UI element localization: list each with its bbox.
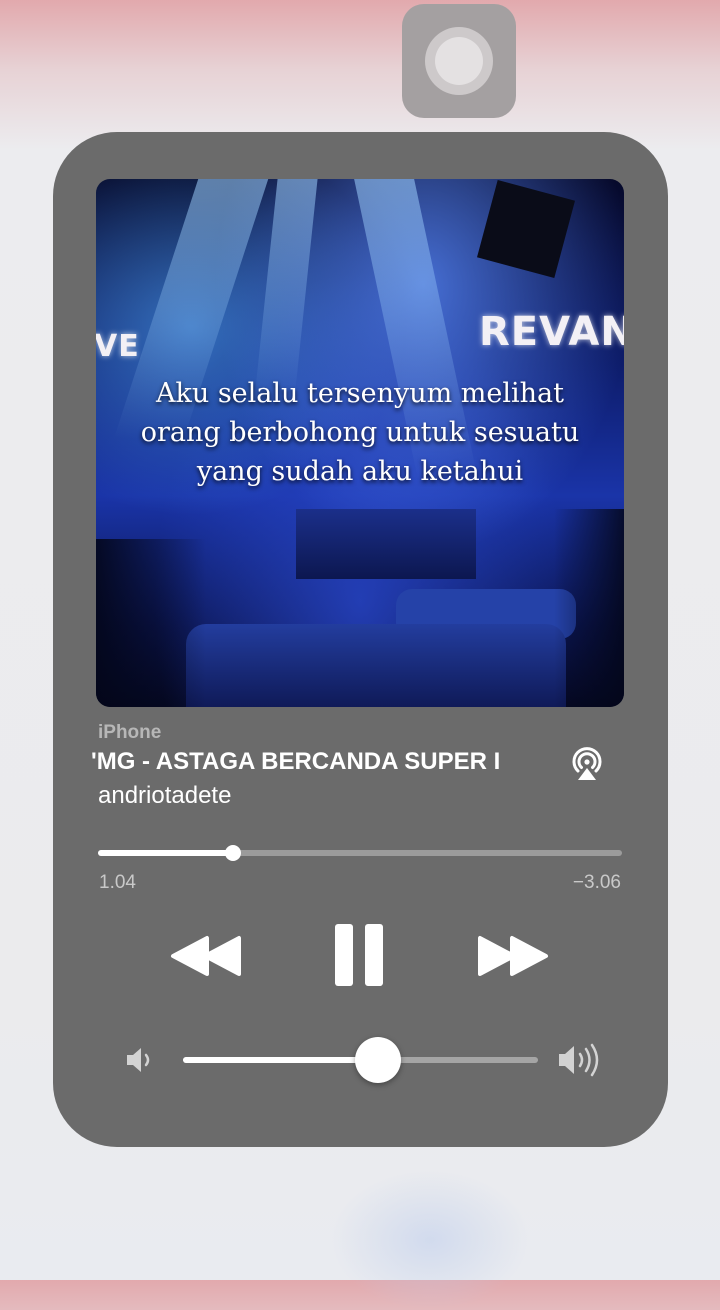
song-title: 'MG - ASTAGA BERCANDA SUPER I	[91, 748, 501, 775]
volume-slider[interactable]	[183, 1037, 538, 1083]
speaker-cabinet	[477, 180, 575, 278]
rewind-icon	[171, 936, 241, 976]
pause-icon	[335, 924, 383, 986]
speaker-high-icon	[555, 1040, 607, 1080]
artist-name: andriotadete	[98, 782, 232, 809]
volume-handle[interactable]	[355, 1037, 402, 1083]
lyric-line: orang berbohong untuk sesuatu	[140, 417, 580, 448]
album-artwork: REVAN VE Aku selalu tersenyum melihat or…	[96, 179, 624, 707]
rewind-button[interactable]	[169, 932, 241, 980]
fast-forward-icon	[478, 936, 548, 976]
playback-scrubber[interactable]	[98, 845, 622, 861]
control-center-module[interactable]	[402, 4, 516, 118]
crowd-silhouette	[554, 509, 624, 707]
light-beam	[254, 179, 318, 399]
dj-booth	[296, 509, 476, 579]
speaker-low-icon	[123, 1042, 159, 1078]
lounge-sofa	[186, 624, 566, 707]
remaining-time: −3.06	[572, 872, 621, 893]
club-sign-left: VE	[96, 329, 140, 364]
volume-fill	[183, 1057, 379, 1063]
club-sign-right: REVAN	[479, 309, 624, 355]
fast-forward-button[interactable]	[478, 932, 550, 980]
module-core	[435, 37, 483, 85]
elapsed-time: 1.04	[99, 872, 136, 893]
scrubber-handle[interactable]	[224, 845, 241, 861]
lyric-line: Aku selalu tersenyum melihat	[156, 378, 564, 409]
crowd-silhouette	[96, 539, 206, 707]
pause-button[interactable]	[333, 922, 387, 988]
lyric-line: yang sudah aku ketahui	[196, 456, 524, 487]
airplay-audio-icon[interactable]	[567, 744, 607, 784]
now-playing-card: REVAN VE Aku selalu tersenyum melihat or…	[53, 132, 668, 1147]
background-glow	[330, 1170, 530, 1310]
artwork-lyric: Aku selalu tersenyum melihat orang berbo…	[96, 374, 624, 491]
scrubber-elapsed-fill	[98, 850, 233, 856]
output-device-label: iPhone	[98, 722, 162, 743]
